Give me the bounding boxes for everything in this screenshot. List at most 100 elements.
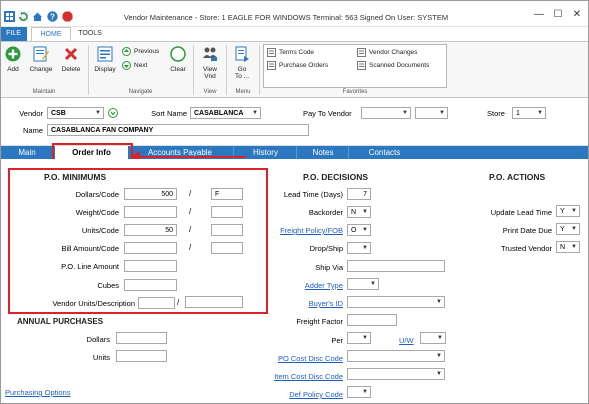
store-value: 1	[516, 110, 520, 117]
change-button[interactable]: Change	[27, 46, 55, 73]
close-button[interactable]: ✕	[570, 9, 584, 20]
list-icon	[267, 48, 276, 57]
app-grid-icon[interactable]	[4, 11, 15, 22]
po-cost-disc-code-select[interactable]: ▼	[347, 350, 445, 362]
display-button[interactable]: Display	[92, 46, 118, 73]
annual-dollars-label: Dollars	[86, 335, 110, 344]
pay-to-vendor-store-select[interactable]: ▼	[415, 107, 448, 119]
chevron-down-icon: ▼	[537, 110, 543, 116]
annual-dollars-field[interactable]	[116, 332, 167, 344]
store-label: Store	[487, 109, 505, 118]
menu-group-label: Menu	[235, 89, 251, 95]
ship-via-label: Ship Via	[315, 263, 343, 272]
ribbon-tab-file[interactable]: FILE	[0, 27, 27, 41]
vendor-lookup-icon[interactable]	[108, 108, 118, 118]
item-cost-disc-code-select[interactable]: ▼	[347, 368, 445, 380]
vendor-name-field[interactable]: CASABLANCA FAN COMPANY	[47, 124, 309, 136]
buyers-id-select[interactable]: ▼	[347, 296, 445, 308]
freight-factor-field[interactable]	[347, 314, 397, 326]
favorites-group-label: Favorites	[342, 89, 368, 95]
ribbon-tab-tools[interactable]: TOOLS	[75, 27, 105, 41]
view-group-label: View	[203, 89, 217, 95]
update-lead-time-value: Y	[560, 208, 565, 215]
pay-to-vendor-select[interactable]: ▼	[361, 107, 411, 119]
goto-button[interactable]: Go To ...	[230, 46, 254, 80]
freight-policy-link[interactable]: Freight Policy/FOB	[260, 226, 343, 235]
refresh-icon[interactable]	[18, 11, 29, 22]
item-cost-disc-code-link[interactable]: Item Cost Disc Code	[250, 372, 343, 381]
chevron-down-icon: ▼	[362, 389, 368, 395]
delete-label: Delete	[61, 66, 81, 73]
drop-ship-select[interactable]: ▼	[347, 242, 371, 254]
help-icon[interactable]: ?	[47, 11, 58, 22]
sort-name-label: Sort Name	[151, 109, 187, 118]
minimize-button[interactable]: —	[532, 9, 546, 20]
vendor-select[interactable]: CSB ▼	[47, 107, 104, 119]
trusted-vendor-select[interactable]: N ▼	[556, 241, 580, 253]
annual-units-field[interactable]	[116, 350, 167, 362]
ship-via-field[interactable]	[347, 260, 445, 272]
sort-name-value: CASABLANCA	[194, 110, 244, 117]
ribbon-tab-home[interactable]: HOME	[31, 27, 71, 41]
trusted-vendor-label: Trusted Vendor	[500, 244, 552, 253]
add-button[interactable]: Add	[3, 46, 23, 73]
favorite-vendor-changes[interactable]: Vendor Changes	[357, 48, 417, 57]
annual-purchases-title: ANNUAL PURCHASES	[17, 317, 104, 326]
chevron-down-icon: ▼	[252, 110, 258, 116]
trusted-vendor-value: N	[560, 244, 566, 251]
tab-notes[interactable]: Notes	[300, 146, 346, 159]
svg-text:?: ?	[50, 12, 55, 21]
def-policy-code-link[interactable]: Def Policy Code	[250, 390, 343, 399]
adder-type-link[interactable]: Adder Type	[260, 281, 343, 290]
arrow-up-icon	[122, 47, 131, 56]
print-date-due-select[interactable]: Y ▼	[556, 223, 580, 235]
favorite-terms-code[interactable]: Terms Code	[267, 48, 314, 57]
previous-button[interactable]: Previous	[122, 47, 159, 56]
tab-contacts[interactable]: Contacts	[352, 146, 417, 159]
chevron-down-icon: ▼	[437, 335, 443, 341]
change-label: Change	[29, 66, 53, 73]
buyers-id-link[interactable]: Buyer's ID	[260, 299, 343, 308]
per-select[interactable]: ▼	[347, 332, 371, 344]
per-label: Per	[331, 336, 343, 345]
favorites-panel: Terms Code Purchase Orders Vendor Change…	[263, 44, 447, 88]
purchasing-options-link[interactable]: Purchasing Options	[5, 388, 70, 397]
name-label: Name	[22, 126, 43, 135]
backorder-select[interactable]: N ▼	[347, 206, 371, 218]
lead-time-field[interactable]: 7	[347, 188, 371, 200]
stop-icon[interactable]	[62, 11, 73, 22]
sort-name-select[interactable]: CASABLANCA ▼	[190, 107, 261, 119]
vendor-changes-label: Vendor Changes	[369, 49, 418, 57]
favorite-purchase-orders[interactable]: Purchase Orders	[267, 61, 328, 70]
vendor-value: CSB	[51, 110, 66, 117]
print-date-due-value: Y	[560, 226, 565, 233]
view-vendor-button[interactable]: View Vnd	[197, 46, 223, 80]
update-lead-time-select[interactable]: Y ▼	[556, 205, 580, 217]
chevron-down-icon: ▼	[95, 110, 101, 116]
previous-label: Previous	[134, 48, 160, 56]
chevron-down-icon: ▼	[436, 353, 442, 359]
goto-label-2: To ...	[234, 73, 250, 80]
maintain-group-label: Maintain	[32, 89, 56, 95]
clear-circle-icon	[170, 46, 186, 62]
purchase-orders-label: Purchase Orders	[279, 62, 329, 70]
delete-x-icon	[64, 47, 78, 61]
home-icon[interactable]	[32, 11, 43, 22]
maximize-button[interactable]: ☐	[551, 9, 565, 20]
store-select[interactable]: 1 ▼	[512, 107, 546, 119]
uw-select[interactable]: ▼	[420, 332, 446, 344]
adder-type-select[interactable]: ▼	[347, 278, 379, 290]
next-button[interactable]: Next	[122, 61, 147, 70]
backorder-value: N	[351, 209, 357, 216]
def-policy-code-select[interactable]: ▼	[347, 386, 371, 398]
chevron-down-icon: ▼	[439, 110, 445, 116]
delete-button[interactable]: Delete	[58, 46, 84, 73]
tab-main[interactable]: Main	[8, 146, 46, 159]
favorite-scanned-documents[interactable]: Scanned Documents	[357, 61, 429, 70]
lead-time-label: Lead Time (Days)	[283, 190, 343, 199]
display-icon	[97, 46, 113, 62]
po-cost-disc-code-link[interactable]: PO Cost Disc Code	[250, 354, 343, 363]
clear-button[interactable]: Clear	[167, 46, 189, 73]
freight-policy-select[interactable]: O ▼	[347, 224, 371, 236]
uw-link[interactable]: U/W	[399, 336, 414, 345]
